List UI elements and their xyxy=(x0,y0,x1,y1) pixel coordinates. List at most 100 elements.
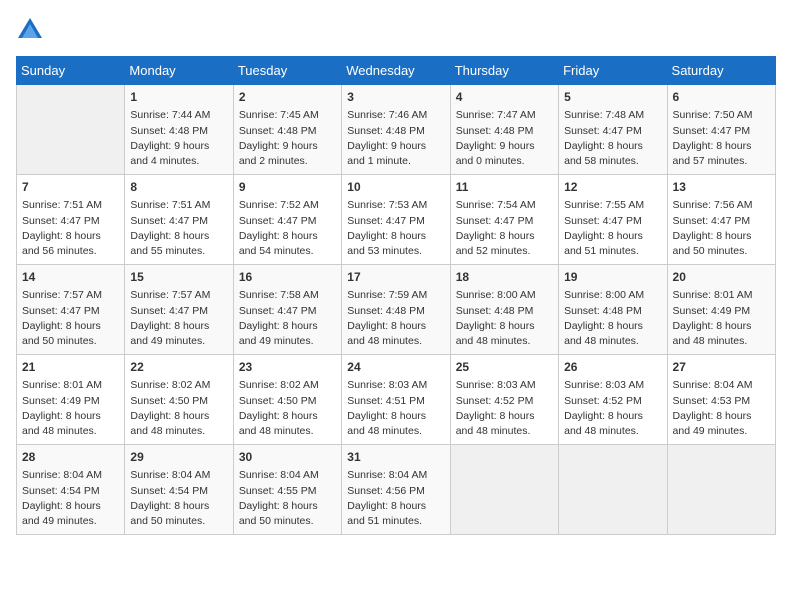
calendar-cell: 13 Sunrise: 7:56 AM Sunset: 4:47 PM Dayli… xyxy=(667,175,775,265)
calendar-cell: 10 Sunrise: 7:53 AM Sunset: 4:47 PM Dayli… xyxy=(342,175,450,265)
day-info: Sunrise: 7:46 AM Sunset: 4:48 PM Dayligh… xyxy=(347,108,444,169)
day-number: 29 xyxy=(130,449,227,466)
day-info: Sunrise: 7:52 AM Sunset: 4:47 PM Dayligh… xyxy=(239,198,336,259)
header-day-wednesday: Wednesday xyxy=(342,57,450,85)
calendar-cell: 28 Sunrise: 8:04 AM Sunset: 4:54 PM Dayli… xyxy=(17,445,125,535)
day-number: 11 xyxy=(456,179,553,196)
calendar-cell: 9Sunrise: 7:52 AM Sunset: 4:47 PM Daylig… xyxy=(233,175,341,265)
calendar-cell xyxy=(450,445,558,535)
day-info: Sunrise: 8:02 AM Sunset: 4:50 PM Dayligh… xyxy=(239,378,336,439)
day-info: Sunrise: 7:50 AM Sunset: 4:47 PM Dayligh… xyxy=(673,108,770,169)
day-number: 20 xyxy=(673,269,770,286)
day-number: 25 xyxy=(456,359,553,376)
day-info: Sunrise: 8:04 AM Sunset: 4:56 PM Dayligh… xyxy=(347,468,444,529)
day-info: Sunrise: 7:48 AM Sunset: 4:47 PM Dayligh… xyxy=(564,108,661,169)
calendar-cell: 1 Sunrise: 7:44 AM Sunset: 4:48 PM Daylig… xyxy=(125,85,233,175)
day-info: Sunrise: 8:02 AM Sunset: 4:50 PM Dayligh… xyxy=(130,378,227,439)
header-day-tuesday: Tuesday xyxy=(233,57,341,85)
calendar-cell: 11Sunrise: 7:54 AM Sunset: 4:47 PM Dayli… xyxy=(450,175,558,265)
calendar-cell xyxy=(17,85,125,175)
header-day-saturday: Saturday xyxy=(667,57,775,85)
day-number: 2 xyxy=(239,89,336,106)
week-row-1: 1 Sunrise: 7:44 AM Sunset: 4:48 PM Daylig… xyxy=(17,85,776,175)
day-info: Sunrise: 8:03 AM Sunset: 4:52 PM Dayligh… xyxy=(456,378,553,439)
day-info: Sunrise: 7:57 AM Sunset: 4:47 PM Dayligh… xyxy=(22,288,119,349)
page-header xyxy=(16,16,776,44)
calendar-cell: 5 Sunrise: 7:48 AM Sunset: 4:47 PM Daylig… xyxy=(559,85,667,175)
day-info: Sunrise: 7:53 AM Sunset: 4:47 PM Dayligh… xyxy=(347,198,444,259)
calendar-cell xyxy=(667,445,775,535)
day-number: 13 xyxy=(673,179,770,196)
header-day-monday: Monday xyxy=(125,57,233,85)
day-info: Sunrise: 8:03 AM Sunset: 4:51 PM Dayligh… xyxy=(347,378,444,439)
day-number: 12 xyxy=(564,179,661,196)
day-number: 1 xyxy=(130,89,227,106)
day-info: Sunrise: 7:51 AM Sunset: 4:47 PM Dayligh… xyxy=(130,198,227,259)
day-info: Sunrise: 8:00 AM Sunset: 4:48 PM Dayligh… xyxy=(456,288,553,349)
header-row: SundayMondayTuesdayWednesdayThursdayFrid… xyxy=(17,57,776,85)
calendar-cell: 26 Sunrise: 8:03 AM Sunset: 4:52 PM Dayli… xyxy=(559,355,667,445)
day-number: 26 xyxy=(564,359,661,376)
day-info: Sunrise: 8:04 AM Sunset: 4:55 PM Dayligh… xyxy=(239,468,336,529)
calendar-cell: 3 Sunrise: 7:46 AM Sunset: 4:48 PM Daylig… xyxy=(342,85,450,175)
week-row-4: 21Sunrise: 8:01 AM Sunset: 4:49 PM Dayli… xyxy=(17,355,776,445)
calendar-cell: 23 Sunrise: 8:02 AM Sunset: 4:50 PM Dayli… xyxy=(233,355,341,445)
day-number: 5 xyxy=(564,89,661,106)
day-number: 6 xyxy=(673,89,770,106)
day-info: Sunrise: 8:04 AM Sunset: 4:54 PM Dayligh… xyxy=(22,468,119,529)
day-number: 10 xyxy=(347,179,444,196)
calendar-body: 1 Sunrise: 7:44 AM Sunset: 4:48 PM Daylig… xyxy=(17,85,776,535)
calendar-table: SundayMondayTuesdayWednesdayThursdayFrid… xyxy=(16,56,776,535)
calendar-cell: 12 Sunrise: 7:55 AM Sunset: 4:47 PM Dayli… xyxy=(559,175,667,265)
header-day-thursday: Thursday xyxy=(450,57,558,85)
day-info: Sunrise: 7:56 AM Sunset: 4:47 PM Dayligh… xyxy=(673,198,770,259)
header-day-friday: Friday xyxy=(559,57,667,85)
week-row-5: 28 Sunrise: 8:04 AM Sunset: 4:54 PM Dayli… xyxy=(17,445,776,535)
calendar-cell: 8Sunrise: 7:51 AM Sunset: 4:47 PM Daylig… xyxy=(125,175,233,265)
week-row-3: 14Sunrise: 7:57 AM Sunset: 4:47 PM Dayli… xyxy=(17,265,776,355)
calendar-cell xyxy=(559,445,667,535)
calendar-cell: 15 Sunrise: 7:57 AM Sunset: 4:47 PM Dayli… xyxy=(125,265,233,355)
day-info: Sunrise: 7:51 AM Sunset: 4:47 PM Dayligh… xyxy=(22,198,119,259)
calendar-cell: 17Sunrise: 7:59 AM Sunset: 4:48 PM Dayli… xyxy=(342,265,450,355)
calendar-cell: 6 Sunrise: 7:50 AM Sunset: 4:47 PM Daylig… xyxy=(667,85,775,175)
logo xyxy=(16,16,46,44)
day-number: 18 xyxy=(456,269,553,286)
day-number: 17 xyxy=(347,269,444,286)
day-info: Sunrise: 8:04 AM Sunset: 4:54 PM Dayligh… xyxy=(130,468,227,529)
calendar-cell: 27 Sunrise: 8:04 AM Sunset: 4:53 PM Dayli… xyxy=(667,355,775,445)
calendar-cell: 7 Sunrise: 7:51 AM Sunset: 4:47 PM Daylig… xyxy=(17,175,125,265)
calendar-cell: 2 Sunrise: 7:45 AM Sunset: 4:48 PM Daylig… xyxy=(233,85,341,175)
calendar-cell: 31 Sunrise: 8:04 AM Sunset: 4:56 PM Dayli… xyxy=(342,445,450,535)
day-number: 24 xyxy=(347,359,444,376)
day-info: Sunrise: 7:45 AM Sunset: 4:48 PM Dayligh… xyxy=(239,108,336,169)
calendar-cell: 25 Sunrise: 8:03 AM Sunset: 4:52 PM Dayli… xyxy=(450,355,558,445)
day-info: Sunrise: 7:55 AM Sunset: 4:47 PM Dayligh… xyxy=(564,198,661,259)
day-info: Sunrise: 8:03 AM Sunset: 4:52 PM Dayligh… xyxy=(564,378,661,439)
calendar-cell: 24 Sunrise: 8:03 AM Sunset: 4:51 PM Dayli… xyxy=(342,355,450,445)
calendar-cell: 29 Sunrise: 8:04 AM Sunset: 4:54 PM Dayli… xyxy=(125,445,233,535)
calendar-cell: 18 Sunrise: 8:00 AM Sunset: 4:48 PM Dayli… xyxy=(450,265,558,355)
day-number: 3 xyxy=(347,89,444,106)
day-info: Sunrise: 7:57 AM Sunset: 4:47 PM Dayligh… xyxy=(130,288,227,349)
logo-icon xyxy=(16,16,44,44)
calendar-cell: 22Sunrise: 8:02 AM Sunset: 4:50 PM Dayli… xyxy=(125,355,233,445)
day-number: 21 xyxy=(22,359,119,376)
day-info: Sunrise: 7:47 AM Sunset: 4:48 PM Dayligh… xyxy=(456,108,553,169)
day-info: Sunrise: 8:00 AM Sunset: 4:48 PM Dayligh… xyxy=(564,288,661,349)
day-info: Sunrise: 7:44 AM Sunset: 4:48 PM Dayligh… xyxy=(130,108,227,169)
day-number: 27 xyxy=(673,359,770,376)
day-info: Sunrise: 7:58 AM Sunset: 4:47 PM Dayligh… xyxy=(239,288,336,349)
header-day-sunday: Sunday xyxy=(17,57,125,85)
day-number: 4 xyxy=(456,89,553,106)
day-number: 28 xyxy=(22,449,119,466)
day-number: 30 xyxy=(239,449,336,466)
day-number: 15 xyxy=(130,269,227,286)
day-number: 31 xyxy=(347,449,444,466)
calendar-cell: 21Sunrise: 8:01 AM Sunset: 4:49 PM Dayli… xyxy=(17,355,125,445)
day-number: 23 xyxy=(239,359,336,376)
calendar-cell: 20Sunrise: 8:01 AM Sunset: 4:49 PM Dayli… xyxy=(667,265,775,355)
day-info: Sunrise: 8:04 AM Sunset: 4:53 PM Dayligh… xyxy=(673,378,770,439)
calendar-header: SundayMondayTuesdayWednesdayThursdayFrid… xyxy=(17,57,776,85)
day-number: 7 xyxy=(22,179,119,196)
